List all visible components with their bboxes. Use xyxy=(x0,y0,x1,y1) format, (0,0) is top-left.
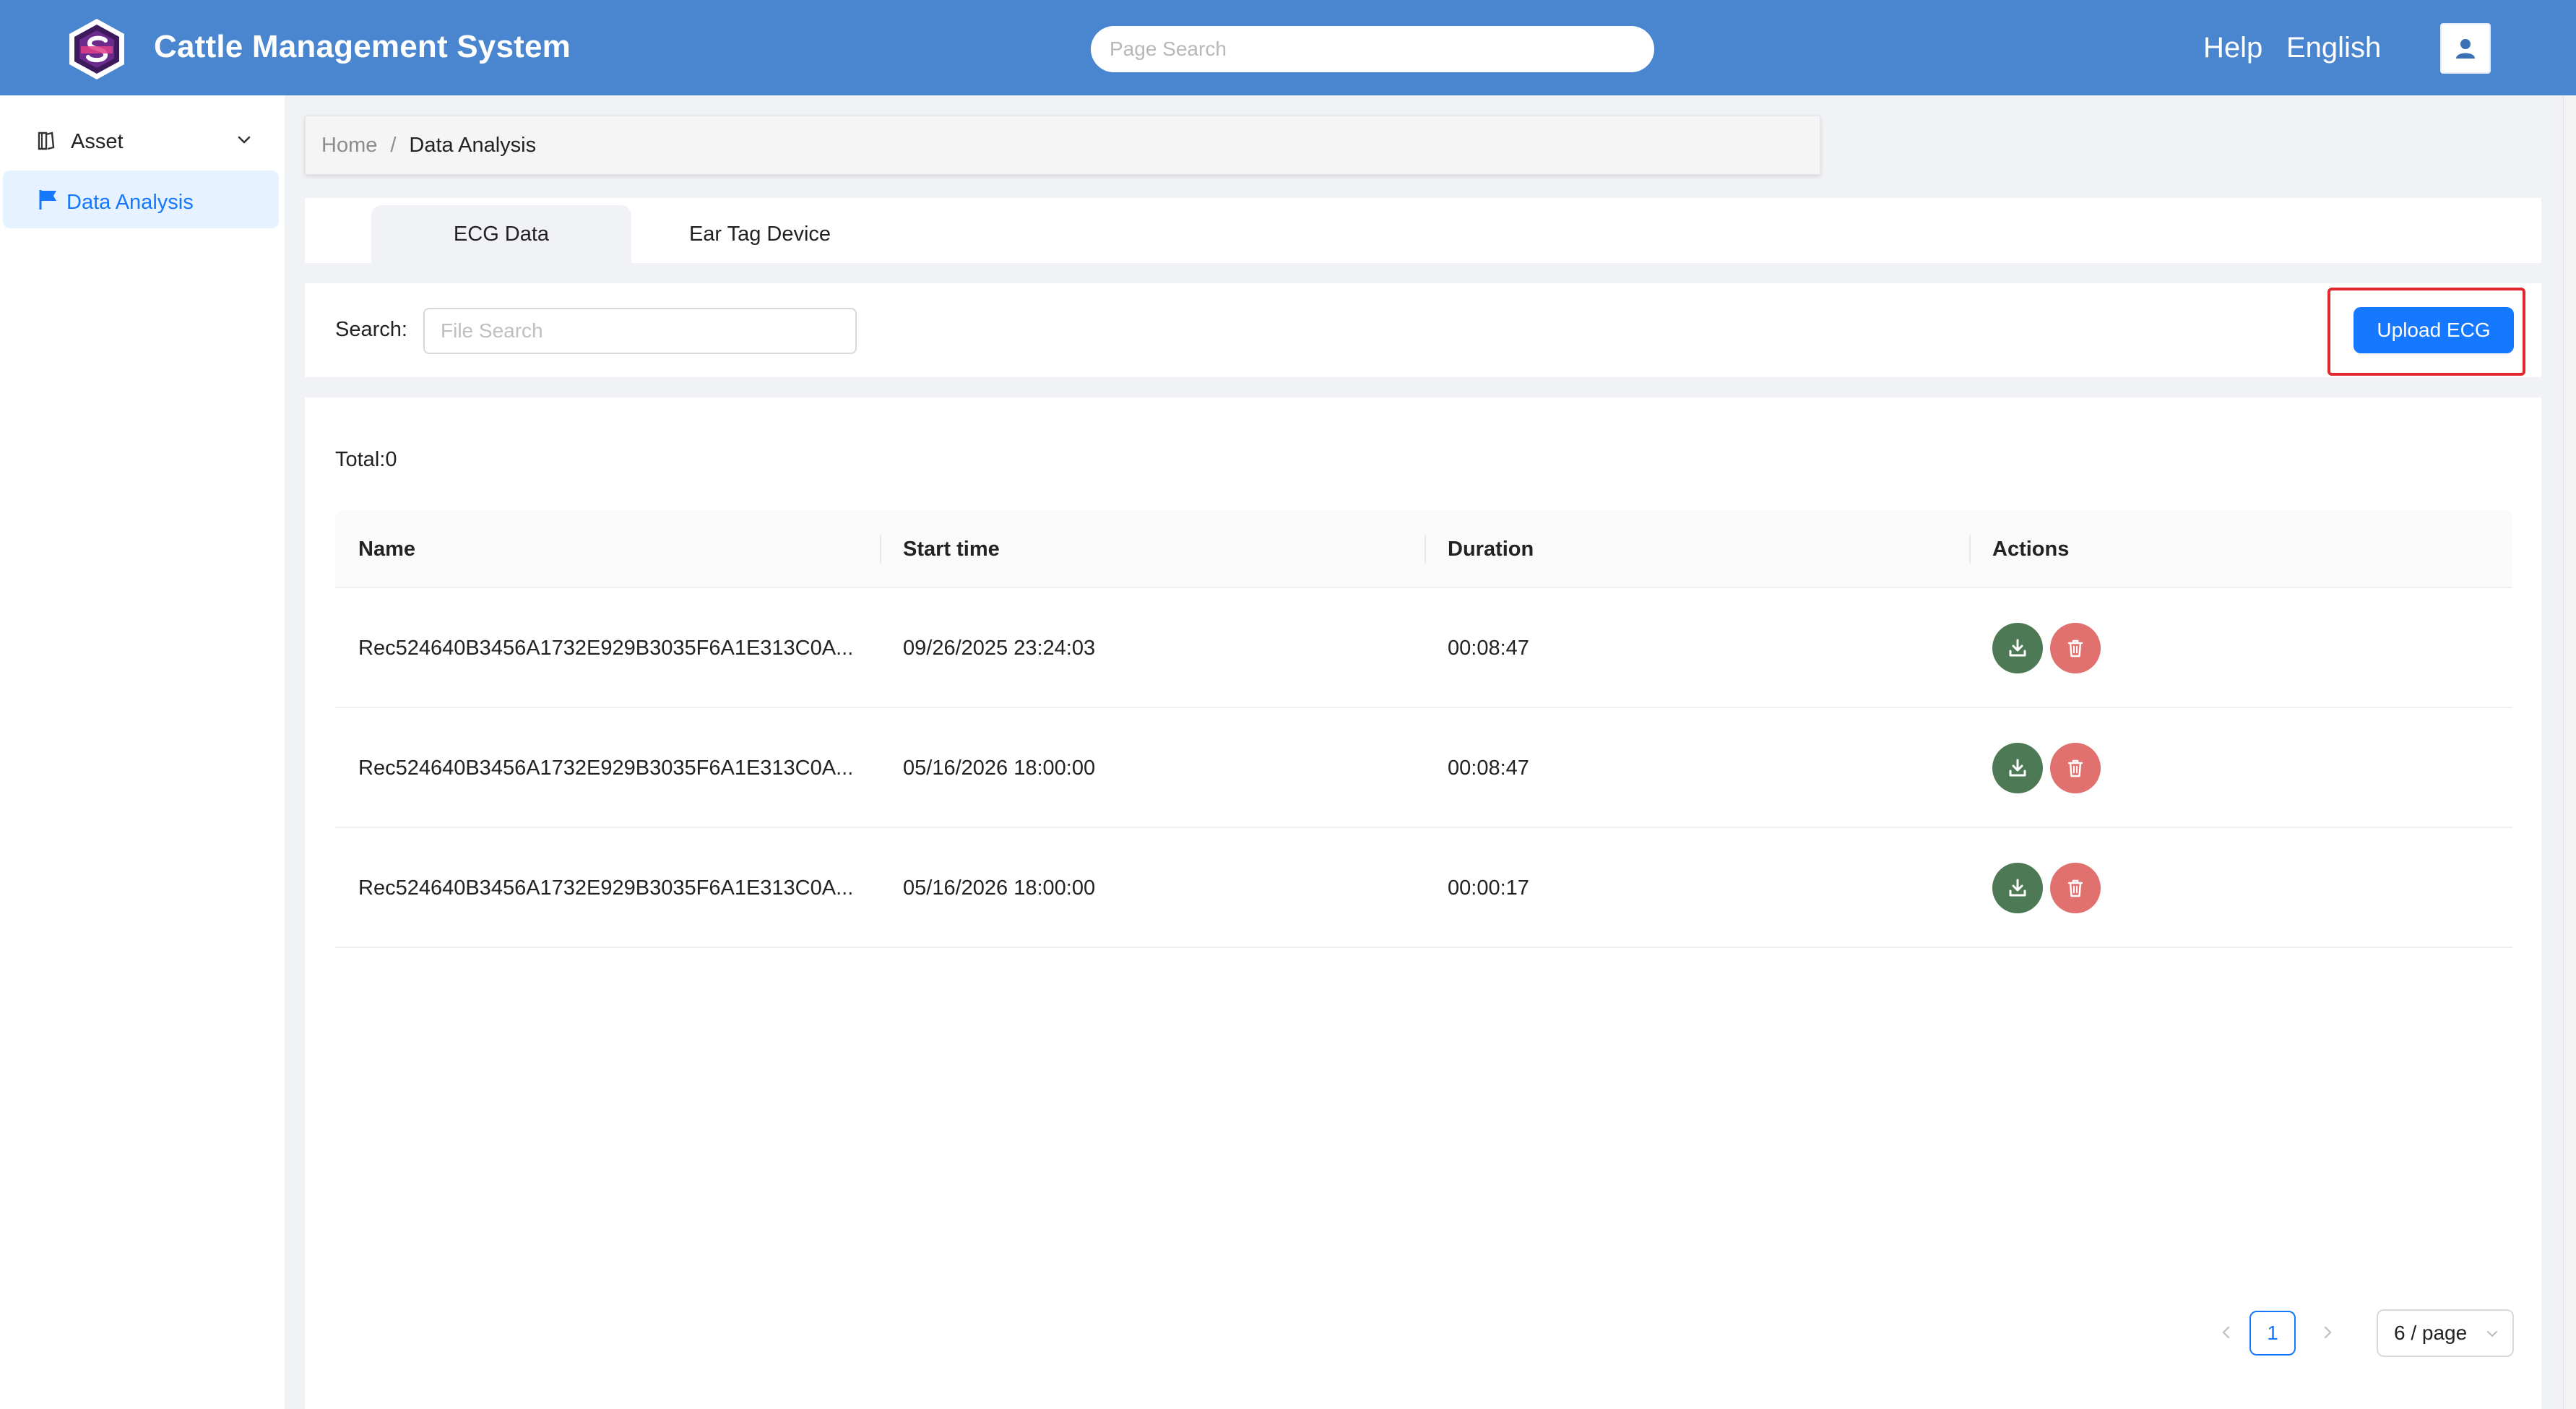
delete-button[interactable] xyxy=(2050,623,2101,673)
download-icon xyxy=(2009,759,2026,777)
breadcrumb-current: Data Analysis xyxy=(409,133,537,157)
table-row: Rec524640B3456A1732E929B3035F6A1E313C0A.… xyxy=(335,828,2512,948)
chevron-left-icon xyxy=(2222,1326,2230,1339)
file-search-input[interactable] xyxy=(423,308,857,354)
app-logo[interactable] xyxy=(64,16,130,82)
page-size-value: 6 / page xyxy=(2394,1322,2468,1344)
sidebar-item-data-analysis[interactable]: Data Analysis xyxy=(3,171,279,228)
tabs-bar: ECG Data Ear Tag Device xyxy=(305,198,2541,263)
user-avatar-button[interactable] xyxy=(2440,23,2491,74)
cell-duration: 00:00:17 xyxy=(1448,876,1529,900)
table-row: Rec524640B3456A1732E929B3035F6A1E313C0A.… xyxy=(335,708,2512,828)
page-scrollbar[interactable] xyxy=(2563,95,2576,1409)
download-icon xyxy=(2009,639,2026,657)
delete-button[interactable] xyxy=(2050,743,2101,793)
chevron-down-icon xyxy=(238,136,251,144)
pagination-page-1[interactable]: 1 xyxy=(2249,1311,2296,1356)
cell-name: Rec524640B3456A1732E929B3035F6A1E313C0A.… xyxy=(358,876,854,900)
app-title: Cattle Management System xyxy=(154,29,571,64)
download-button[interactable] xyxy=(1992,623,2043,673)
search-label: Search: xyxy=(335,318,407,341)
page-size-select[interactable]: 6 / page xyxy=(2377,1309,2514,1357)
pagination-next-button[interactable] xyxy=(2306,1311,2349,1354)
cell-start-time: 05/16/2026 18:00:00 xyxy=(903,756,1096,780)
sidebar-item-asset[interactable]: Asset xyxy=(0,110,285,168)
cell-actions xyxy=(1969,588,2512,708)
cell-start-time: 09/26/2025 23:24:03 xyxy=(903,636,1096,660)
top-header: Cattle Management System Help English xyxy=(0,0,2576,95)
cell-duration: 00:08:47 xyxy=(1448,756,1529,780)
breadcrumb: Home / Data Analysis xyxy=(305,116,1820,175)
sidebar-item-label: Asset xyxy=(71,130,124,153)
chevron-down-icon xyxy=(2486,1330,2498,1337)
cell-name: Rec524640B3456A1732E929B3035F6A1E313C0A.… xyxy=(358,636,854,660)
tab-ecg-data[interactable]: ECG Data xyxy=(371,205,631,263)
column-header-actions: Actions xyxy=(1992,537,2070,561)
search-panel: Search: Upload ECG xyxy=(305,283,2541,377)
chevron-right-icon xyxy=(2324,1326,2332,1339)
book-icon xyxy=(38,132,55,150)
cell-start-time: 05/16/2026 18:00:00 xyxy=(903,876,1096,900)
column-header-name: Name xyxy=(358,537,415,561)
download-button[interactable] xyxy=(1992,743,2043,793)
trash-icon xyxy=(2067,639,2083,658)
cell-name: Rec524640B3456A1732E929B3035F6A1E313C0A.… xyxy=(358,756,854,780)
content-panel: Total:0 Name Start time Duration Actions… xyxy=(305,397,2541,1409)
breadcrumb-separator: / xyxy=(390,133,397,157)
help-link[interactable]: Help xyxy=(2203,32,2262,64)
table-header: Name Start time Duration Actions xyxy=(335,510,2512,588)
pagination-prev-button[interactable] xyxy=(2205,1311,2248,1354)
trash-icon xyxy=(2067,759,2083,777)
upload-ecg-button[interactable]: Upload ECG xyxy=(2354,307,2514,353)
ecg-table: Name Start time Duration Actions Rec5246… xyxy=(335,510,2512,948)
cell-actions xyxy=(1969,828,2512,948)
cell-actions xyxy=(1969,708,2512,828)
page-search-input[interactable] xyxy=(1091,26,1654,72)
tab-ear-tag-device[interactable]: Ear Tag Device xyxy=(630,205,890,263)
delete-button[interactable] xyxy=(2050,863,2101,913)
total-count: Total:0 xyxy=(335,448,397,471)
user-icon xyxy=(2456,39,2475,59)
download-icon xyxy=(2009,879,2026,897)
cell-duration: 00:08:47 xyxy=(1448,636,1529,660)
table-row: Rec524640B3456A1732E929B3035F6A1E313C0A.… xyxy=(335,588,2512,708)
flag-icon xyxy=(39,190,56,210)
column-header-start-time: Start time xyxy=(903,537,1000,561)
sidebar-item-label: Data Analysis xyxy=(66,191,194,214)
sidebar: Asset Data Analysis xyxy=(0,95,285,1409)
download-button[interactable] xyxy=(1992,863,2043,913)
column-header-duration: Duration xyxy=(1448,537,1534,561)
language-selector[interactable]: English xyxy=(2286,32,2381,64)
breadcrumb-home[interactable]: Home xyxy=(321,134,377,158)
trash-icon xyxy=(2067,879,2083,897)
